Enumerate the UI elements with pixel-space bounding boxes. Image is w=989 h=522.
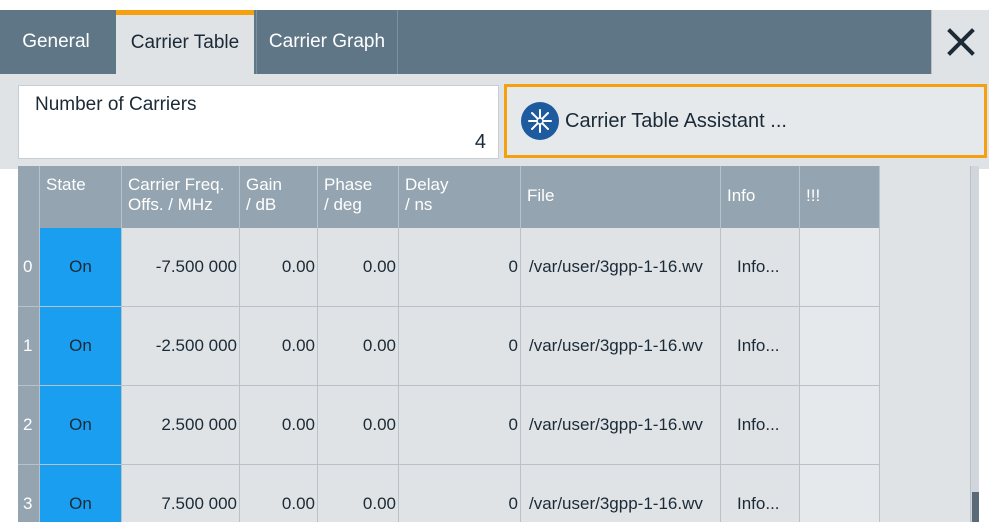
table-row: 2 On 2.500 000 0.00 0.00 0 /var/user/3gp… [18,386,880,465]
info-button[interactable]: Info... [721,465,800,522]
header-file: File [521,166,721,228]
gain-cell[interactable]: 0.00 [240,228,318,307]
tab-carrier-table[interactable]: Carrier Table [116,10,254,74]
wizard-star-icon [521,102,559,140]
table-row: 0 On -7.500 000 0.00 0.00 0 /var/user/3g… [18,228,880,307]
header-carrier-freq: Carrier Freq. Offs. / MHz [122,166,240,228]
carrier-table-assistant-button[interactable]: Carrier Table Assistant ... [504,84,987,158]
vertical-scrollbar[interactable] [970,166,979,522]
table-row: 1 On -2.500 000 0.00 0.00 0 /var/user/3g… [18,307,880,386]
number-of-carriers-value: 4 [474,131,486,153]
file-cell[interactable]: /var/user/3gpp-1-16.wv [521,228,721,307]
state-toggle[interactable]: On [40,307,122,386]
delay-cell[interactable]: 0 [399,307,521,386]
header-index [18,166,40,228]
carrier-table: State Carrier Freq. Offs. / MHz Gain / d… [18,166,979,522]
delay-cell[interactable]: 0 [399,465,521,522]
file-cell[interactable]: /var/user/3gpp-1-16.wv [521,307,721,386]
gain-cell[interactable]: 0.00 [240,307,318,386]
file-cell[interactable]: /var/user/3gpp-1-16.wv [521,465,721,522]
tab-bar: General Carrier Table Carrier Graph [0,10,989,74]
header-state: State [40,166,122,228]
phase-cell[interactable]: 0.00 [318,228,399,307]
table-row: 3 On 7.500 000 0.00 0.00 0 /var/user/3gp… [18,465,880,522]
tab-general[interactable]: General [0,10,112,74]
row-index: 0 [18,228,40,307]
number-of-carriers-label: Number of Carriers [35,94,197,115]
state-toggle[interactable]: On [40,386,122,465]
carrier-table-assistant-label: Carrier Table Assistant ... [565,109,787,132]
row-index: 3 [18,465,40,522]
info-button[interactable]: Info... [721,307,800,386]
warning-cell [800,465,880,522]
carrier-freq-cell[interactable]: 7.500 000 [122,465,240,522]
tab-carrier-graph[interactable]: Carrier Graph [256,10,398,74]
scrollbar-thumb[interactable] [972,492,979,522]
table-right-gutter [880,166,970,522]
info-button[interactable]: Info... [721,228,800,307]
row-index: 1 [18,307,40,386]
header-warnings: !!! [800,166,880,228]
header-gain: Gain / dB [240,166,318,228]
close-button[interactable] [931,10,989,74]
number-of-carriers-field[interactable]: Number of Carriers 4 [18,85,499,159]
row-index: 2 [18,386,40,465]
gain-cell[interactable]: 0.00 [240,386,318,465]
phase-cell[interactable]: 0.00 [318,307,399,386]
file-cell[interactable]: /var/user/3gpp-1-16.wv [521,386,721,465]
gain-cell[interactable]: 0.00 [240,465,318,522]
warning-cell [800,228,880,307]
phase-cell[interactable]: 0.00 [318,465,399,522]
delay-cell[interactable]: 0 [399,386,521,465]
state-toggle[interactable]: On [40,465,122,522]
header-delay: Delay / ns [399,166,521,228]
phase-cell[interactable]: 0.00 [318,386,399,465]
carrier-freq-cell[interactable]: -2.500 000 [122,307,240,386]
warning-cell [800,307,880,386]
close-icon [947,28,975,56]
warning-cell [800,386,880,465]
delay-cell[interactable]: 0 [399,228,521,307]
carrier-freq-cell[interactable]: 2.500 000 [122,386,240,465]
info-button[interactable]: Info... [721,386,800,465]
state-toggle[interactable]: On [40,228,122,307]
header-info: Info [721,166,800,228]
header-phase: Phase / deg [318,166,399,228]
carrier-freq-cell[interactable]: -7.500 000 [122,228,240,307]
